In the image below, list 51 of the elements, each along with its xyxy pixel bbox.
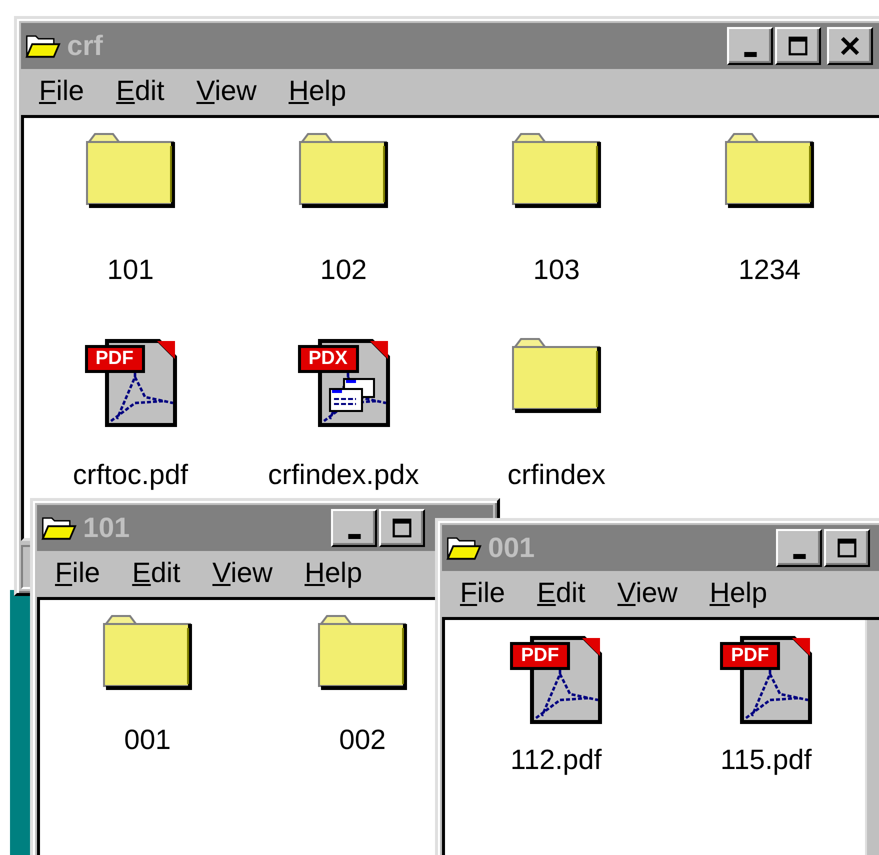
file-name[interactable]: 1234 bbox=[738, 254, 801, 286]
minimize-button[interactable] bbox=[776, 529, 822, 567]
file-type-badge: PDF bbox=[510, 642, 570, 670]
maximize-button[interactable] bbox=[379, 509, 425, 547]
folder-icon[interactable] bbox=[724, 132, 816, 210]
maximize-button[interactable] bbox=[775, 27, 821, 65]
minimize-button[interactable] bbox=[727, 27, 773, 65]
minimize-button[interactable] bbox=[331, 509, 377, 547]
close-button[interactable] bbox=[827, 27, 873, 65]
file-name[interactable]: 103 bbox=[533, 254, 580, 286]
menu-item[interactable]: File bbox=[55, 557, 100, 589]
window-title: crf bbox=[67, 30, 103, 62]
folder-icon[interactable] bbox=[298, 132, 390, 210]
menu-item[interactable]: Help bbox=[288, 75, 346, 107]
maximize-button[interactable] bbox=[824, 529, 870, 567]
file-type-badge: PDF bbox=[720, 642, 780, 670]
menu-item[interactable]: View bbox=[196, 75, 257, 107]
menu-item[interactable]: Edit bbox=[116, 75, 164, 107]
file-type-badge: PDF bbox=[84, 345, 144, 373]
file-name[interactable]: 102 bbox=[320, 254, 367, 286]
folder-icon[interactable] bbox=[510, 132, 602, 210]
menu-item[interactable]: File bbox=[460, 577, 506, 609]
minimize-icon bbox=[348, 534, 360, 539]
maximize-icon bbox=[787, 35, 809, 57]
minimize-icon bbox=[744, 52, 756, 57]
file-name[interactable]: 002 bbox=[339, 724, 386, 756]
file-name[interactable]: 112.pdf bbox=[510, 744, 602, 776]
file-name[interactable]: 001 bbox=[124, 724, 171, 756]
window-title: 101 bbox=[83, 512, 130, 544]
menu-item[interactable]: Edit bbox=[132, 557, 180, 589]
file-type-badge: PDX bbox=[298, 345, 359, 373]
menu-item[interactable]: Help bbox=[710, 577, 768, 609]
folder-icon[interactable] bbox=[102, 614, 194, 692]
menu-item[interactable]: View bbox=[212, 557, 273, 589]
file-name[interactable]: 101 bbox=[107, 254, 154, 286]
folder-icon[interactable] bbox=[316, 614, 408, 692]
menu-item[interactable]: Edit bbox=[537, 577, 586, 609]
file-name[interactable]: 115.pdf bbox=[720, 744, 812, 776]
menu-item[interactable]: View bbox=[617, 577, 678, 609]
file-name[interactable]: crfindex bbox=[507, 459, 606, 491]
file-name[interactable]: crftoc.pdf bbox=[72, 459, 188, 491]
maximize-icon bbox=[836, 537, 858, 559]
menu-item[interactable]: File bbox=[39, 75, 84, 107]
maximize-icon bbox=[391, 517, 413, 539]
folder-icon[interactable] bbox=[84, 132, 176, 210]
menu-item[interactable]: Help bbox=[304, 557, 362, 589]
minimize-icon bbox=[792, 554, 806, 559]
close-icon bbox=[839, 35, 861, 57]
folder-icon[interactable] bbox=[510, 337, 602, 415]
window-title: 001 bbox=[488, 532, 535, 564]
file-name[interactable]: crfindex.pdx bbox=[268, 459, 419, 491]
